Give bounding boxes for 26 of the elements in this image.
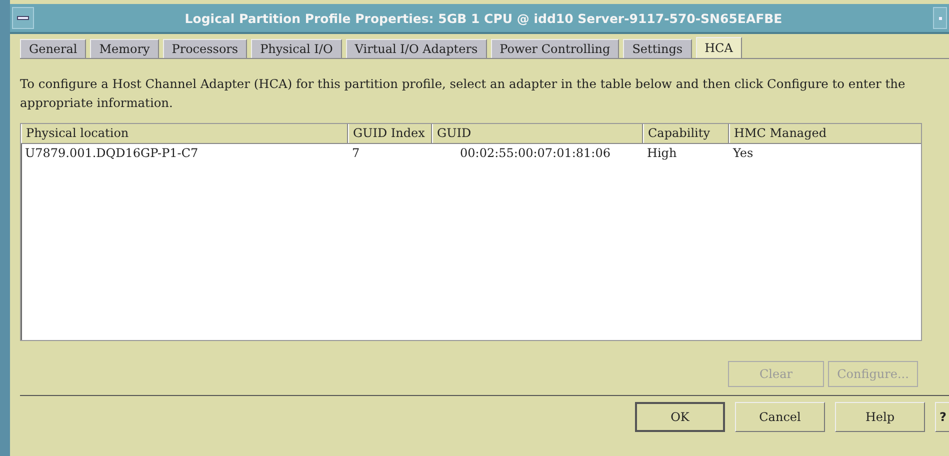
dialog-button[interactable]: OK	[635, 402, 725, 432]
column-header[interactable]: GUID	[432, 124, 643, 143]
dialog-button[interactable]: Cancel	[735, 402, 825, 432]
table-cell-text: 7	[351, 145, 361, 162]
instructions-text: To configure a Host Channel Adapter (HCA) for this partition profile, select an adapter in the table below and then click Configure to enter the appropriate information.	[20, 76, 906, 112]
column-header[interactable]: GUID Index	[348, 124, 432, 143]
tab[interactable]: Processors	[162, 39, 248, 58]
column-header[interactable]: HMC Managed	[729, 124, 921, 143]
tab[interactable]: Virtual I/O Adapters	[346, 39, 487, 58]
tab[interactable]: Settings	[623, 39, 692, 58]
table-cell-text: Yes	[732, 145, 754, 162]
tab[interactable]: Memory	[90, 39, 159, 58]
column-header[interactable]: Capability	[643, 124, 729, 143]
window-menu-button[interactable]	[12, 7, 34, 29]
window-title: Logical Partition Profile Properties: 5GB 1 CPU @ idd10 Server-9117-570-SN65EAFBE	[184, 10, 784, 26]
table-cell-text: U7879.001.DQD16GP-P1-C7	[24, 145, 200, 162]
tab[interactable]: Power Controlling	[490, 39, 620, 58]
tab[interactable]: HCA	[696, 37, 742, 58]
tab[interactable]: General	[20, 39, 86, 58]
table-row[interactable]: U7879.001.DQD16GP-P1-C7 7 00:02:55:00:07:01:81:06 High Yes	[21, 144, 921, 163]
column-header[interactable]: Physical location	[21, 124, 348, 143]
tab[interactable]: Physical I/O	[251, 39, 342, 58]
dialog-button[interactable]: ?	[935, 402, 949, 432]
table-cell-text: High	[646, 145, 678, 162]
table-cell-text: 00:02:55:00:07:01:81:06	[459, 145, 612, 162]
dialog-button[interactable]: Help	[835, 402, 925, 432]
